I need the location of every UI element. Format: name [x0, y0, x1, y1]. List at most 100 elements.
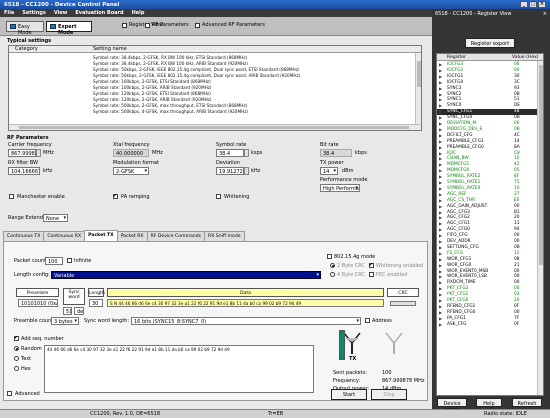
- register-scroll-thumb[interactable]: [539, 65, 543, 265]
- length-config-select[interactable]: Variable: [51, 271, 321, 279]
- col-setting-name: Setting name: [93, 46, 127, 52]
- deviation-field[interactable]: 19.912720: [216, 167, 244, 175]
- payload-textarea[interactable]: 44 46 66 d6 6e c4 30 97 32 3e a1 22 f6 2…: [44, 345, 314, 393]
- setting-row[interactable]: Symbol rate: 500kbps, 4-GFSK, max throug…: [93, 109, 248, 114]
- symbol-rate-spinner[interactable]: [244, 149, 249, 157]
- register-value[interactable]: 0F: [514, 322, 519, 328]
- mhz-unit: MHz: [43, 150, 54, 156]
- fec-enabled-checkbox[interactable]: [369, 272, 374, 277]
- menu-file[interactable]: File: [4, 10, 14, 16]
- advanced-checkbox[interactable]: [7, 391, 12, 396]
- col-category: Category: [15, 46, 38, 52]
- whitening-checkbox[interactable]: [216, 194, 221, 199]
- symbol-rate-field[interactable]: 38.4: [216, 149, 244, 157]
- rx-filter-bw-field[interactable]: 104.166667: [8, 167, 40, 175]
- setting-row[interactable]: Symbol rate: 38.4kbps, 2-GFSK, RX BW 100…: [93, 61, 248, 66]
- maximize-button[interactable]: □: [529, 1, 537, 8]
- setting-row[interactable]: Symbol rate: 120kbps, 2-GFSK, ARIB Stand…: [93, 97, 212, 102]
- menu-settings[interactable]: Settings: [22, 10, 46, 16]
- setting-row[interactable]: Symbol rate: 120kbps, 2-GFSK, ETSI Stand…: [93, 91, 211, 96]
- expand-arrow-icon[interactable]: ▶: [439, 322, 442, 328]
- random-radio[interactable]: [14, 346, 19, 351]
- start-button[interactable]: Start: [331, 389, 367, 400]
- preamble-field[interactable]: 10101010 (0xAA): [18, 299, 58, 307]
- minimize-button[interactable]: _: [520, 1, 528, 8]
- expert-mode-button[interactable]: Expert Mode: [46, 21, 92, 36]
- deviation-spinner[interactable]: [244, 167, 249, 175]
- close-button[interactable]: ×: [538, 1, 546, 8]
- grid-scroll-thumb[interactable]: [417, 61, 421, 87]
- address-checkbox[interactable]: [365, 318, 370, 323]
- register-view-title: 6518 - CC1200 - Register View: [435, 11, 512, 17]
- hex-radio[interactable]: [14, 366, 19, 371]
- packet-count-field[interactable]: 100: [45, 257, 63, 265]
- window-title-bar: 6518 - CC1200 - Device Control Panel _ □ ×: [0, 0, 550, 9]
- setting-row[interactable]: Symbol rate: 50kbps, 2-GFSK, IEEE 802.15…: [93, 67, 300, 72]
- add-seq-number-checkbox[interactable]: [14, 335, 19, 341]
- setting-row[interactable]: Symbol rate: 38.4kbps, 2-GFSK, RX BW 100…: [93, 55, 247, 60]
- pa-ramping-checkbox[interactable]: [113, 193, 118, 199]
- register-export-button[interactable]: Register export: [465, 38, 515, 48]
- two-byte-crc-radio[interactable]: [330, 263, 335, 268]
- grid-header: Category Setting name: [9, 46, 421, 53]
- tab-packet-tx[interactable]: Packet TX: [84, 230, 118, 241]
- expert-mode-label: Expert Mode: [58, 24, 77, 36]
- modulation-format-select[interactable]: 2-GFSK: [113, 167, 149, 175]
- refresh-button[interactable]: Refresh: [512, 398, 542, 407]
- antenna-disabled-icon: [385, 332, 403, 354]
- grid-vertical-scrollbar[interactable]: [415, 53, 421, 124]
- radio-state-status: Radio state: IDLE: [484, 411, 527, 417]
- preamble-header: Preamble: [16, 288, 59, 297]
- rf-parameters-toggle[interactable]: RF Parameters: [145, 22, 189, 28]
- stop-button[interactable]: Stop: [371, 389, 407, 400]
- easy-mode-label: Easy Mode: [18, 24, 32, 36]
- four-byte-crc-radio[interactable]: [330, 272, 335, 277]
- help-button[interactable]: Help: [476, 398, 502, 407]
- text-radio[interactable]: [14, 356, 19, 361]
- menu-help[interactable]: Help: [132, 10, 145, 16]
- tab-continuous-tx[interactable]: Continuous TX: [3, 231, 45, 241]
- ieee-mode-checkbox[interactable]: [327, 254, 332, 259]
- performance-mode-select[interactable]: High Performance: [320, 184, 360, 192]
- tab-packet-rx[interactable]: Packet RX: [116, 231, 148, 241]
- sync-word-field-2[interactable]: de: [74, 307, 84, 315]
- col-value-hex: Value (Hex): [512, 55, 539, 60]
- length-header: Length: [88, 288, 105, 297]
- data-field[interactable]: S N 44 46 66 d6 6e c4 30 97 32 3e a1 22 …: [107, 299, 384, 307]
- device-reset-button[interactable]: Device reset: [437, 398, 467, 413]
- typical-settings-grid[interactable]: Category Setting name Symbol rate: 38.4k…: [8, 45, 422, 131]
- register-table[interactable]: Register Value (Hex) ▶ IOCFG3 06 ▶ IOCFG2 06 ▶…: [436, 53, 544, 396]
- grid-horizontal-scrollbar[interactable]: [9, 124, 421, 130]
- tab-rf-device-commands[interactable]: RF Device Commands: [146, 231, 205, 241]
- sync-word-length-select[interactable]: 16 bits (SYNC15_8:SYNC7_0): [131, 317, 361, 325]
- setting-row[interactable]: Symbol rate: 50kbps, 2-GFSK, IEEE 802.15…: [93, 73, 300, 78]
- advanced-rf-checkbox[interactable]: [195, 22, 200, 28]
- setting-row[interactable]: Symbol rate: 500kbps, 2-GFSK, max throug…: [93, 103, 247, 108]
- manchester-checkbox[interactable]: [9, 194, 14, 199]
- tab-rx-sniff-mode[interactable]: RX Sniff mode: [204, 231, 245, 241]
- rf-parameters-checkbox[interactable]: [145, 22, 150, 28]
- setting-row[interactable]: Symbol rate: 100kbps, 2-GFSK, ARIB Stand…: [93, 85, 212, 90]
- infinite-checkbox[interactable]: [67, 258, 72, 263]
- sync-word-field-1[interactable]: 51: [63, 307, 72, 315]
- carrier-frequency-field[interactable]: 867.999878: [8, 149, 36, 157]
- range-extender-select[interactable]: None: [43, 214, 68, 222]
- tx-power-select[interactable]: 14: [320, 167, 338, 175]
- advanced-rf-toggle[interactable]: Advanced RF Parameters: [195, 22, 265, 28]
- register-view-checkbox[interactable]: [122, 22, 127, 28]
- whitening-enabled-label: Whitening enabled: [376, 263, 424, 269]
- whitening-enabled-checkbox[interactable]: [369, 262, 374, 268]
- carrier-frequency-spinner[interactable]: [36, 149, 41, 157]
- grid-hscroll-thumb[interactable]: [19, 126, 409, 129]
- tab-continuous-rx[interactable]: Continuous RX: [43, 231, 86, 241]
- register-view-close-icon[interactable]: ×: [543, 11, 547, 17]
- easy-mode-button[interactable]: Easy Mode: [6, 21, 44, 36]
- typical-settings-heading: Typical settings: [7, 38, 52, 44]
- register-scrollbar[interactable]: [537, 61, 543, 395]
- register-row[interactable]: ▶ ASK_CFG 0F: [437, 322, 537, 328]
- menu-evaluation-board[interactable]: Evaluation Board: [75, 10, 123, 16]
- menu-view[interactable]: View: [54, 10, 68, 16]
- preamble-count-select[interactable]: 3 bytes: [51, 317, 79, 325]
- setting-row[interactable]: Symbol rate: 100kbps, 2-GFSK, ETSI Stand…: [93, 79, 211, 84]
- length-field[interactable]: 30: [89, 299, 103, 307]
